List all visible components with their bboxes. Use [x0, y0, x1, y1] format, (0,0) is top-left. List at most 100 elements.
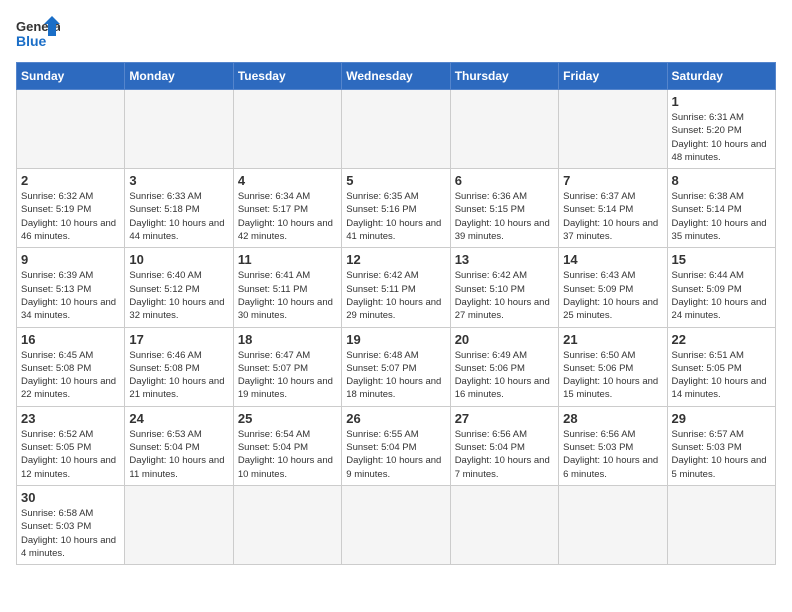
calendar-cell: 28 Sunrise: 6:56 AM Sunset: 5:03 PM Dayli… [559, 406, 667, 485]
calendar-cell: 5 Sunrise: 6:35 AM Sunset: 5:16 PM Daylig… [342, 169, 450, 248]
calendar-cell: 2 Sunrise: 6:32 AM Sunset: 5:19 PM Daylig… [17, 169, 125, 248]
calendar-cell: 1Sunrise: 6:31 AM Sunset: 5:20 PM Daylig… [667, 90, 775, 169]
calendar-cell: 15Sunrise: 6:44 AM Sunset: 5:09 PM Dayli… [667, 248, 775, 327]
page-header: General Blue [16, 16, 776, 54]
day-number: 29 [672, 411, 771, 426]
day-info: Sunrise: 6:49 AM Sunset: 5:06 PM Dayligh… [455, 349, 554, 402]
day-header-wednesday: Wednesday [342, 63, 450, 90]
day-number: 14 [563, 252, 662, 267]
calendar-cell: 27 Sunrise: 6:56 AM Sunset: 5:04 PM Dayli… [450, 406, 558, 485]
calendar-cell: 3 Sunrise: 6:33 AM Sunset: 5:18 PM Daylig… [125, 169, 233, 248]
day-number: 3 [129, 173, 228, 188]
calendar-cell: 30 Sunrise: 6:58 AM Sunset: 5:03 PM Dayli… [17, 485, 125, 564]
day-info: Sunrise: 6:35 AM Sunset: 5:16 PM Dayligh… [346, 190, 445, 243]
day-number: 18 [238, 332, 337, 347]
day-info: Sunrise: 6:51 AM Sunset: 5:05 PM Dayligh… [672, 349, 771, 402]
calendar-cell [342, 90, 450, 169]
calendar-cell [559, 485, 667, 564]
calendar-table: SundayMondayTuesdayWednesdayThursdayFrid… [16, 62, 776, 565]
day-info: Sunrise: 6:47 AM Sunset: 5:07 PM Dayligh… [238, 349, 337, 402]
calendar-cell [450, 90, 558, 169]
calendar-cell [125, 485, 233, 564]
calendar-week-3: 9Sunrise: 6:39 AM Sunset: 5:13 PM Daylig… [17, 248, 776, 327]
day-number: 17 [129, 332, 228, 347]
day-number: 5 [346, 173, 445, 188]
calendar-cell: 9Sunrise: 6:39 AM Sunset: 5:13 PM Daylig… [17, 248, 125, 327]
day-info: Sunrise: 6:40 AM Sunset: 5:12 PM Dayligh… [129, 269, 228, 322]
day-info: Sunrise: 6:54 AM Sunset: 5:04 PM Dayligh… [238, 428, 337, 481]
calendar-cell: 6Sunrise: 6:36 AM Sunset: 5:15 PM Daylig… [450, 169, 558, 248]
calendar-cell [559, 90, 667, 169]
calendar-week-2: 2 Sunrise: 6:32 AM Sunset: 5:19 PM Daylig… [17, 169, 776, 248]
day-info: Sunrise: 6:58 AM Sunset: 5:03 PM Dayligh… [21, 507, 120, 560]
day-number: 25 [238, 411, 337, 426]
calendar-cell: 26Sunrise: 6:55 AM Sunset: 5:04 PM Dayli… [342, 406, 450, 485]
day-number: 28 [563, 411, 662, 426]
calendar-cell: 7Sunrise: 6:37 AM Sunset: 5:14 PM Daylig… [559, 169, 667, 248]
day-info: Sunrise: 6:42 AM Sunset: 5:10 PM Dayligh… [455, 269, 554, 322]
day-info: Sunrise: 6:43 AM Sunset: 5:09 PM Dayligh… [563, 269, 662, 322]
day-number: 24 [129, 411, 228, 426]
calendar-cell: 29 Sunrise: 6:57 AM Sunset: 5:03 PM Dayli… [667, 406, 775, 485]
day-number: 11 [238, 252, 337, 267]
day-info: Sunrise: 6:45 AM Sunset: 5:08 PM Dayligh… [21, 349, 120, 402]
day-info: Sunrise: 6:37 AM Sunset: 5:14 PM Dayligh… [563, 190, 662, 243]
day-info: Sunrise: 6:41 AM Sunset: 5:11 PM Dayligh… [238, 269, 337, 322]
day-info: Sunrise: 6:57 AM Sunset: 5:03 PM Dayligh… [672, 428, 771, 481]
day-header-thursday: Thursday [450, 63, 558, 90]
day-info: Sunrise: 6:38 AM Sunset: 5:14 PM Dayligh… [672, 190, 771, 243]
calendar-cell [17, 90, 125, 169]
calendar-cell: 4 Sunrise: 6:34 AM Sunset: 5:17 PM Daylig… [233, 169, 341, 248]
calendar-cell [667, 485, 775, 564]
calendar-cell: 25 Sunrise: 6:54 AM Sunset: 5:04 PM Dayli… [233, 406, 341, 485]
calendar-header-row: SundayMondayTuesdayWednesdayThursdayFrid… [17, 63, 776, 90]
calendar-cell: 10 Sunrise: 6:40 AM Sunset: 5:12 PM Dayli… [125, 248, 233, 327]
day-info: Sunrise: 6:33 AM Sunset: 5:18 PM Dayligh… [129, 190, 228, 243]
day-number: 12 [346, 252, 445, 267]
day-header-tuesday: Tuesday [233, 63, 341, 90]
day-info: Sunrise: 6:34 AM Sunset: 5:17 PM Dayligh… [238, 190, 337, 243]
day-info: Sunrise: 6:46 AM Sunset: 5:08 PM Dayligh… [129, 349, 228, 402]
day-number: 16 [21, 332, 120, 347]
day-info: Sunrise: 6:50 AM Sunset: 5:06 PM Dayligh… [563, 349, 662, 402]
calendar-cell: 24Sunrise: 6:53 AM Sunset: 5:04 PM Dayli… [125, 406, 233, 485]
calendar-week-6: 30 Sunrise: 6:58 AM Sunset: 5:03 PM Dayli… [17, 485, 776, 564]
day-number: 27 [455, 411, 554, 426]
day-info: Sunrise: 6:39 AM Sunset: 5:13 PM Dayligh… [21, 269, 120, 322]
day-number: 30 [21, 490, 120, 505]
day-info: Sunrise: 6:48 AM Sunset: 5:07 PM Dayligh… [346, 349, 445, 402]
calendar-week-4: 16 Sunrise: 6:45 AM Sunset: 5:08 PM Dayli… [17, 327, 776, 406]
day-number: 26 [346, 411, 445, 426]
calendar-cell [233, 90, 341, 169]
calendar-cell: 17 Sunrise: 6:46 AM Sunset: 5:08 PM Dayli… [125, 327, 233, 406]
day-number: 21 [563, 332, 662, 347]
day-info: Sunrise: 6:56 AM Sunset: 5:03 PM Dayligh… [563, 428, 662, 481]
day-number: 4 [238, 173, 337, 188]
day-number: 20 [455, 332, 554, 347]
day-number: 13 [455, 252, 554, 267]
day-info: Sunrise: 6:36 AM Sunset: 5:15 PM Dayligh… [455, 190, 554, 243]
day-info: Sunrise: 6:32 AM Sunset: 5:19 PM Dayligh… [21, 190, 120, 243]
day-header-monday: Monday [125, 63, 233, 90]
day-header-saturday: Saturday [667, 63, 775, 90]
calendar-cell: 20 Sunrise: 6:49 AM Sunset: 5:06 PM Dayli… [450, 327, 558, 406]
day-number: 10 [129, 252, 228, 267]
day-number: 1 [672, 94, 771, 109]
calendar-cell [233, 485, 341, 564]
calendar-cell: 16 Sunrise: 6:45 AM Sunset: 5:08 PM Dayli… [17, 327, 125, 406]
calendar-cell: 23 Sunrise: 6:52 AM Sunset: 5:05 PM Dayli… [17, 406, 125, 485]
svg-text:Blue: Blue [16, 33, 47, 49]
calendar-cell: 19Sunrise: 6:48 AM Sunset: 5:07 PM Dayli… [342, 327, 450, 406]
calendar-cell: 13 Sunrise: 6:42 AM Sunset: 5:10 PM Dayli… [450, 248, 558, 327]
day-info: Sunrise: 6:56 AM Sunset: 5:04 PM Dayligh… [455, 428, 554, 481]
day-header-friday: Friday [559, 63, 667, 90]
calendar-cell: 22Sunrise: 6:51 AM Sunset: 5:05 PM Dayli… [667, 327, 775, 406]
calendar-cell [342, 485, 450, 564]
logo-container: General Blue [16, 16, 60, 54]
day-number: 15 [672, 252, 771, 267]
day-number: 2 [21, 173, 120, 188]
day-info: Sunrise: 6:52 AM Sunset: 5:05 PM Dayligh… [21, 428, 120, 481]
logo-svg: General Blue [16, 16, 60, 54]
day-number: 23 [21, 411, 120, 426]
calendar-cell: 18 Sunrise: 6:47 AM Sunset: 5:07 PM Dayli… [233, 327, 341, 406]
